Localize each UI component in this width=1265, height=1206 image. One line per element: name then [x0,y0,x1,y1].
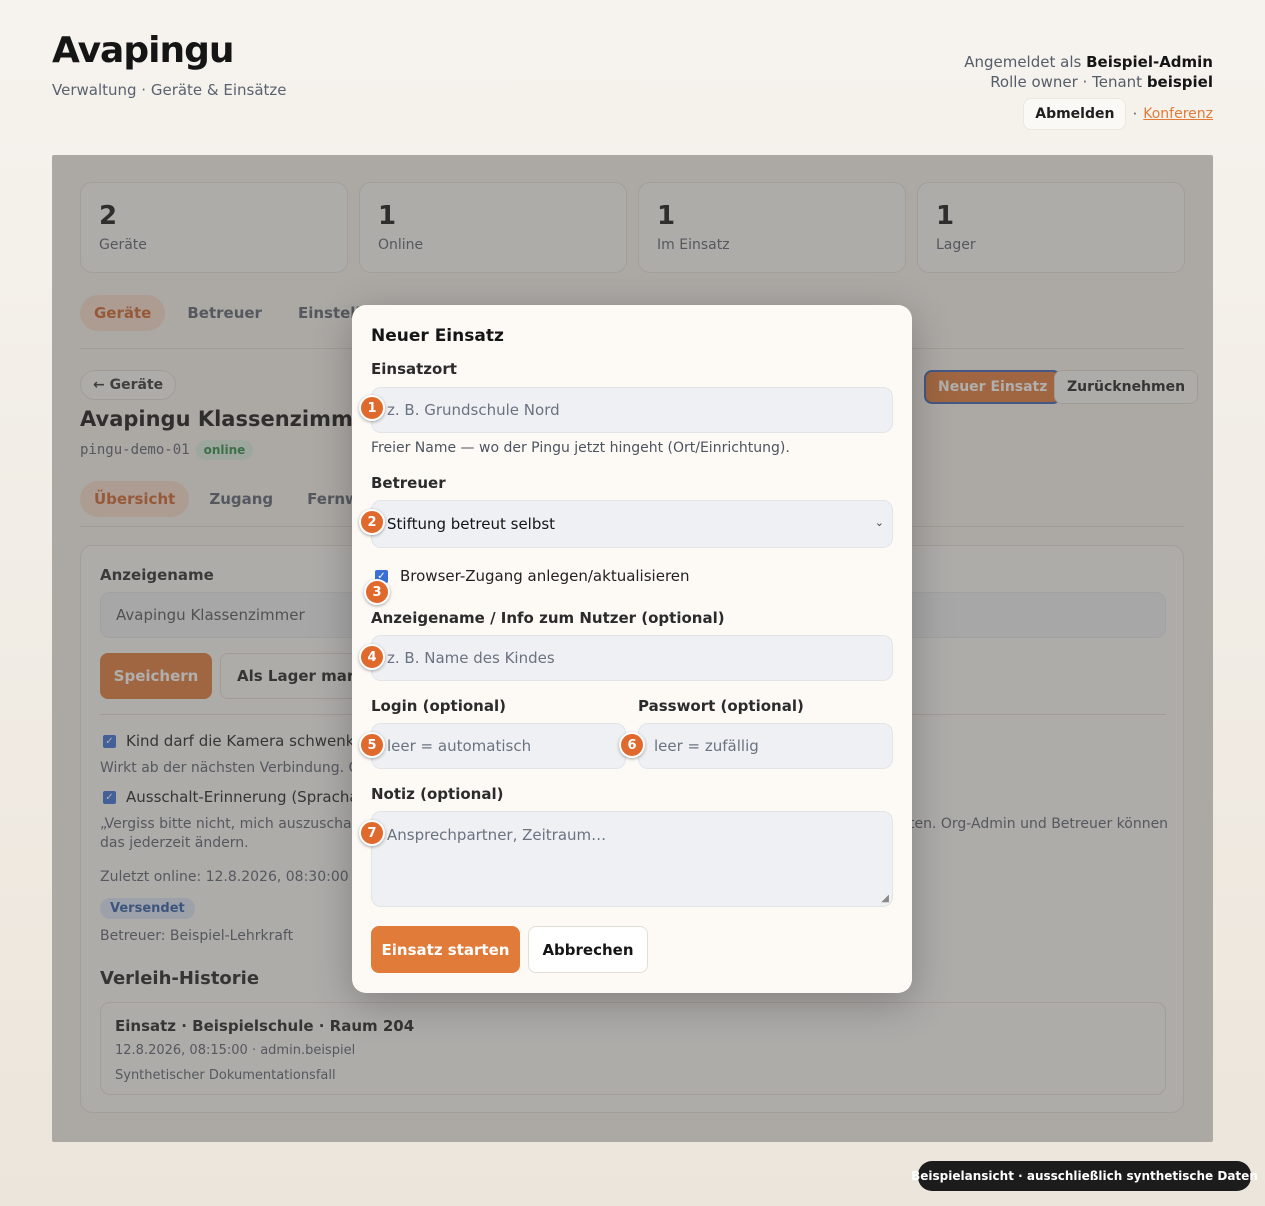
separator: · [1132,105,1138,123]
annotation-marker: 6 [619,732,645,758]
browser-access-label: Browser-Zugang anlegen/aktualisieren [400,567,690,585]
password-input[interactable]: leer = zufällig [638,723,893,769]
user-info-label: Anzeigename / Info zum Nutzer (optional) [371,609,725,627]
annotation-marker: 2 [359,509,385,535]
chevron-down-icon: ⌄ [874,516,884,529]
start-assignment-button[interactable]: Einsatz starten [371,926,520,973]
tenant-name: beispiel [1146,73,1213,91]
conference-link[interactable]: Konferenz [1143,104,1213,124]
note-label: Notiz (optional) [371,785,504,803]
new-assignment-dialog: Neuer Einsatz Einsatzort z. B. Grundschu… [352,305,912,993]
browser-access-checkbox-row[interactable]: ✓ Browser-Zugang anlegen/aktualisieren [375,567,690,585]
caretaker-select[interactable]: Stiftung betreut selbst ⌄ [371,500,893,548]
resize-handle-icon[interactable]: ◢ [881,893,889,904]
caretaker-label: Betreuer [371,474,446,492]
user-actions: Abmelden · Konferenz [964,98,1213,130]
location-help: Freier Name — wo der Pingu jetzt hingeht… [371,440,790,456]
role-line: Rolle owner · Tenant beispiel [990,73,1213,91]
annotation-marker: 7 [359,820,385,846]
user-name: Beispiel-Admin [1086,53,1213,71]
annotation-marker: 5 [359,732,385,758]
user-info: Angemeldet als Beispiel-Admin Rolle owne… [964,52,1213,130]
location-input[interactable]: z. B. Grundschule Nord [371,387,893,433]
cancel-button[interactable]: Abbrechen [528,926,648,973]
user-info-input[interactable]: z. B. Name des Kindes [371,635,893,681]
login-label: Login (optional) [371,697,506,715]
caretaker-selected-value: Stiftung betreut selbst [387,515,556,533]
app-header: Avapingu Verwaltung · Geräte & Einsätze … [52,30,1213,130]
annotation-marker: 3 [364,579,390,605]
annotation-marker: 1 [359,395,385,421]
logged-in-line: Angemeldet als Beispiel-Admin [964,53,1213,71]
note-textarea[interactable]: Ansprechpartner, Zeitraum… ◢ [371,811,893,907]
login-input[interactable]: leer = automatisch [371,723,626,769]
location-label: Einsatzort [371,360,457,378]
logout-button[interactable]: Abmelden [1023,98,1127,130]
dialog-title: Neuer Einsatz [371,326,504,346]
annotation-marker: 4 [359,644,385,670]
synthetic-data-notice: Beispielansicht · ausschließlich synthet… [911,1161,1258,1191]
password-label: Passwort (optional) [638,697,804,715]
